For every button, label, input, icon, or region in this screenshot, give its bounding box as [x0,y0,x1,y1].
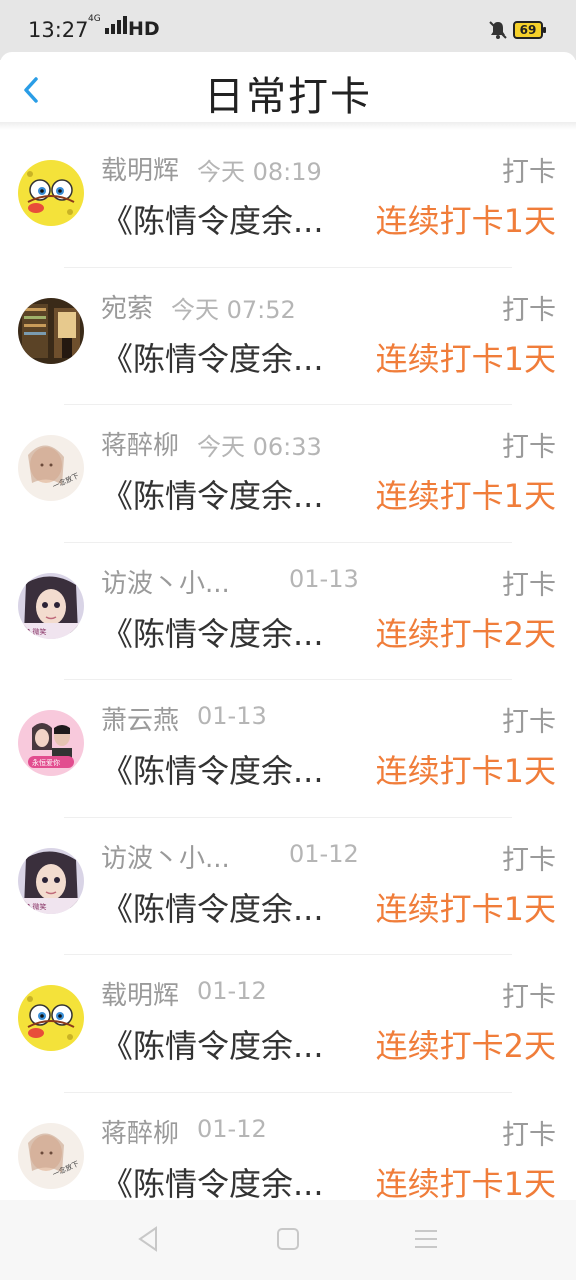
app-header: 日常打卡 [0,52,576,124]
streak-count: 连续打卡2天 [375,614,556,653]
svg-text:永恒爱你: 永恒爱你 [32,758,60,767]
streak-count: 连续打卡1天 [375,1164,556,1201]
post-time: 01-12 [197,1114,267,1143]
list-item[interactable]: 永恒爱你 萧云燕 01-13 打卡《陈情令度余... 连续打卡1天 [0,680,576,818]
post-time: 今天 06:33 [197,433,322,461]
user-name: 载明辉 [101,156,180,186]
nav-home-icon[interactable] [273,1224,303,1254]
avatar[interactable]: ♥ 微笑 [18,572,84,639]
avatar[interactable] [18,985,84,1051]
post-time: 01-13 [289,564,359,593]
checkin-title: 《陈情令度余... [101,339,324,378]
status-bar: 13:27 4G HD 69 [0,0,576,60]
post-time: 01-12 [289,839,359,868]
user-name: 萧云燕 [101,706,180,736]
avatar[interactable]: 永恒爱你 [18,710,84,776]
checkin-title: 《陈情令度余... [101,202,324,240]
battery-icon: 69 [513,21,546,39]
user-name: 蒋醉柳 [101,1118,180,1149]
list-item[interactable]: ♥ 微笑 访波丶小... 01-12 打卡《陈情令度余... 连续打卡1天 [0,818,576,955]
mute-icon [489,21,507,39]
signal-icon: 4G [88,14,127,34]
post-time: 今天 08:19 [197,158,322,186]
checkin-tag: 打卡 [502,1119,556,1151]
page-title: 日常打卡 [204,74,372,120]
checkin-tag: 打卡 [502,569,556,601]
post-time: 01-12 [197,977,267,1005]
streak-count: 连续打卡2天 [375,1027,556,1065]
screen: 13:27 4G HD 69 日常打卡 载明辉 今天 08:19 打卡 《陈情令度余.… [0,0,576,1280]
avatar[interactable] [18,297,84,364]
checkin-title: 《陈情令度余... [101,614,324,653]
network-label: 4G [88,14,101,24]
user-name: 访波丶小... [101,843,230,874]
user-name: 宛萦 [101,293,154,324]
checkin-tag: 打卡 [502,707,556,738]
list-item[interactable]: 一念放下 蒋醉柳 今天 06:33 打卡《陈情令度余... 连续打卡1天 [0,405,576,543]
checkin-tag: 打卡 [502,294,556,326]
checkin-tag: 打卡 [502,432,556,463]
user-name: 载明辉 [101,981,180,1011]
streak-count: 连续打卡1天 [375,339,556,378]
streak-count: 连续打卡1天 [375,889,556,928]
streak-count: 连续打卡1天 [375,477,556,515]
user-name: 蒋醉柳 [101,431,180,461]
user-name: 访波丶小... [101,568,230,599]
list-item[interactable]: ♥ 微笑 访波丶小... 01-13 打卡《陈情令度余... 连续打卡2天 [0,543,576,680]
post-time: 今天 07:52 [171,295,296,324]
checkin-tag: 打卡 [502,157,556,188]
checkin-title: 《陈情令度余... [101,1164,324,1201]
svg-text:♥ 微笑: ♥ 微笑 [24,627,47,636]
avatar[interactable]: ♥ 微笑 [18,847,84,914]
svg-text:♥ 微笑: ♥ 微笑 [24,902,47,911]
battery-level: 69 [519,23,537,37]
header-divider [0,122,576,130]
avatar[interactable]: 一念放下 [18,435,84,501]
checkin-list: 载明辉 今天 08:19 打卡 《陈情令度余... 连续打卡1天 宛萦 今天 07:52 打卡… [0,130,576,1200]
post-time: 01-13 [197,702,267,730]
system-nav-bar [0,1200,576,1280]
list-item[interactable]: 载明辉 今天 08:19 打卡《陈情令度余... 连续打卡1天 [0,130,576,268]
streak-count: 连续打卡1天 [375,752,556,790]
checkin-title: 《陈情令度余... [101,477,324,515]
checkin-tag: 打卡 [502,844,556,876]
nav-back-icon[interactable] [134,1224,164,1254]
checkin-title: 《陈情令度余... [101,889,324,928]
checkin-title: 《陈情令度余... [101,1027,324,1065]
checkin-tag: 打卡 [502,982,556,1013]
avatar[interactable]: 一念放下 [18,1122,84,1189]
nav-menu-icon[interactable] [411,1224,441,1254]
hd-label: HD [128,18,160,40]
status-time: 13:27 [28,18,89,42]
streak-count: 连续打卡1天 [375,202,556,240]
checkin-title: 《陈情令度余... [101,752,324,790]
avatar[interactable] [18,160,84,226]
list-item[interactable]: 一念放下 蒋醉柳 01-12 打卡《陈情令度余... 连续打卡1天 [0,1093,576,1201]
list-item[interactable]: 宛萦 今天 07:52 打卡《陈情令度余... 连续打卡1天 [0,268,576,405]
list-item[interactable]: 载明辉 01-12 打卡《陈情令度余... 连续打卡2天 [0,955,576,1093]
